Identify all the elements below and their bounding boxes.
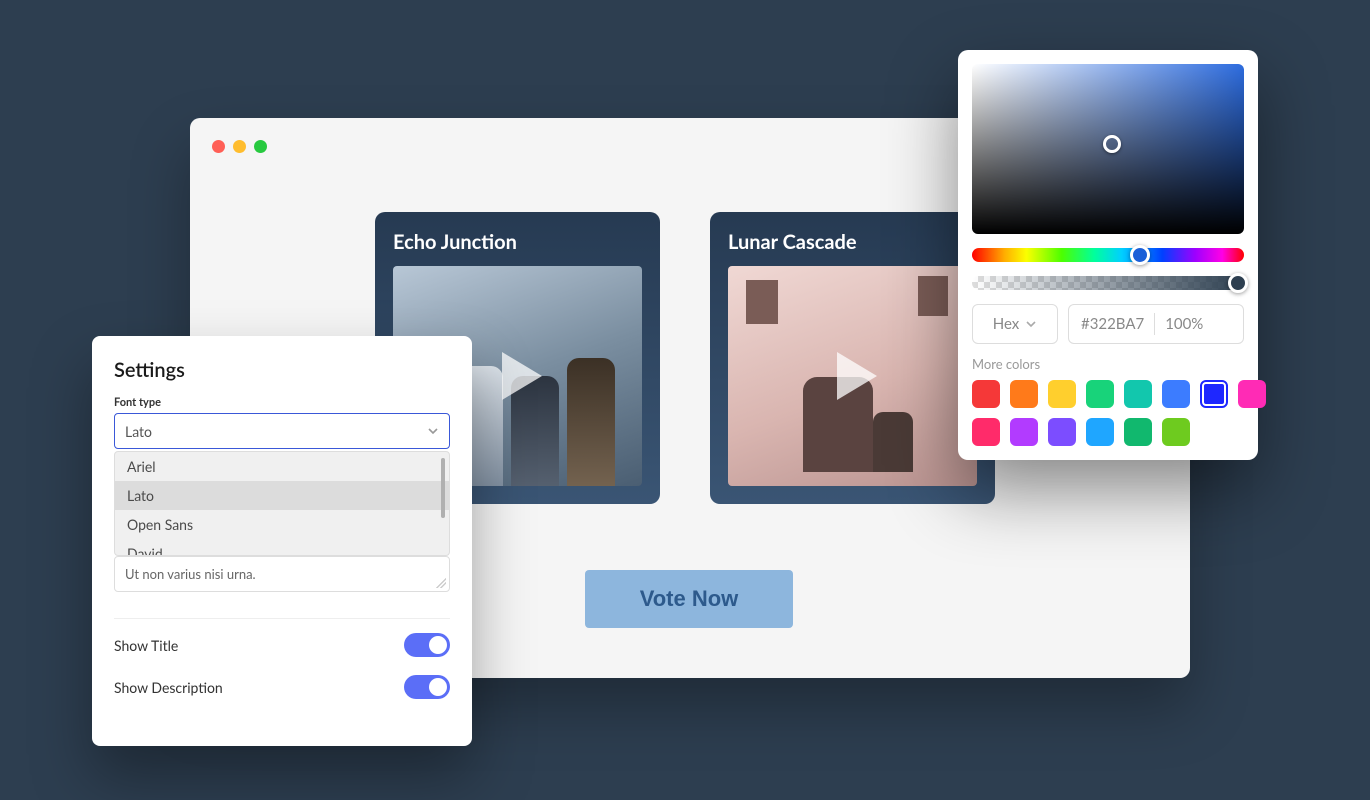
resize-handle-icon[interactable] [436,578,446,588]
alpha-slider[interactable] [972,276,1244,290]
color-swatch[interactable] [1048,418,1076,446]
font-option[interactable]: Lato [115,481,449,510]
font-select-value: Lato [125,423,152,440]
swatch-grid [972,380,1244,446]
color-swatch[interactable] [1010,418,1038,446]
toggle-label: Show Description [114,679,223,696]
card-title: Echo Junction [393,230,642,254]
sv-cursor-icon[interactable] [1103,135,1121,153]
card-thumbnail[interactable] [728,266,977,486]
color-picker-panel: Hex #322BA7 100% More colors [958,50,1258,460]
chevron-down-icon [427,423,439,440]
color-format-value: Hex [993,315,1020,333]
color-swatch[interactable] [1162,380,1190,408]
divider [1154,313,1155,335]
alpha-value: 100% [1165,315,1203,333]
card-lunar-cascade[interactable]: Lunar Cascade [710,212,995,504]
chevron-down-icon [1025,318,1037,330]
color-swatch[interactable] [1124,380,1152,408]
font-type-label: Font type [114,396,450,409]
color-inputs-row: Hex #322BA7 100% [972,304,1244,344]
color-swatch[interactable] [1200,380,1228,408]
color-swatch[interactable] [972,418,1000,446]
show-description-toggle[interactable] [404,675,450,699]
divider [114,618,450,619]
color-swatch[interactable] [1238,380,1266,408]
hex-value: #322BA7 [1081,315,1144,333]
hue-cursor-icon[interactable] [1130,245,1150,265]
card-title: Lunar Cascade [728,230,977,254]
maximize-icon[interactable] [254,140,267,153]
color-swatch[interactable] [1048,380,1076,408]
window-controls [212,140,267,153]
more-colors-label: More colors [972,356,1244,372]
saturation-value-area[interactable] [972,64,1244,234]
font-option[interactable]: Open Sans [115,510,449,539]
color-swatch[interactable] [1162,418,1190,446]
font-dropdown-list[interactable]: Ariel Lato Open Sans David [114,451,450,556]
vote-button[interactable]: Vote Now [585,570,793,628]
hue-slider[interactable] [972,248,1244,262]
font-option[interactable]: Ariel [115,452,449,481]
color-swatch[interactable] [1086,418,1114,446]
color-swatch[interactable] [1086,380,1114,408]
textarea-value: Ut non varius nisi urna. [125,566,256,582]
description-textarea[interactable]: Ut non varius nisi urna. [114,556,450,592]
font-select[interactable]: Lato [114,413,450,449]
color-format-select[interactable]: Hex [972,304,1058,344]
play-icon[interactable] [813,336,893,416]
show-title-toggle[interactable] [404,633,450,657]
hex-input[interactable]: #322BA7 100% [1068,304,1244,344]
show-description-row: Show Description [114,675,450,699]
font-option[interactable]: David [115,539,449,556]
color-swatch[interactable] [1010,380,1038,408]
alpha-cursor-icon[interactable] [1228,273,1248,293]
minimize-icon[interactable] [233,140,246,153]
settings-title: Settings [114,358,450,382]
color-swatch[interactable] [972,380,1000,408]
color-swatch[interactable] [1124,418,1152,446]
play-icon[interactable] [478,336,558,416]
settings-panel: Settings Font type Lato Ariel Lato Open … [92,336,472,746]
scrollbar[interactable] [441,458,445,518]
show-title-row: Show Title [114,633,450,657]
toggle-label: Show Title [114,637,178,654]
close-icon[interactable] [212,140,225,153]
